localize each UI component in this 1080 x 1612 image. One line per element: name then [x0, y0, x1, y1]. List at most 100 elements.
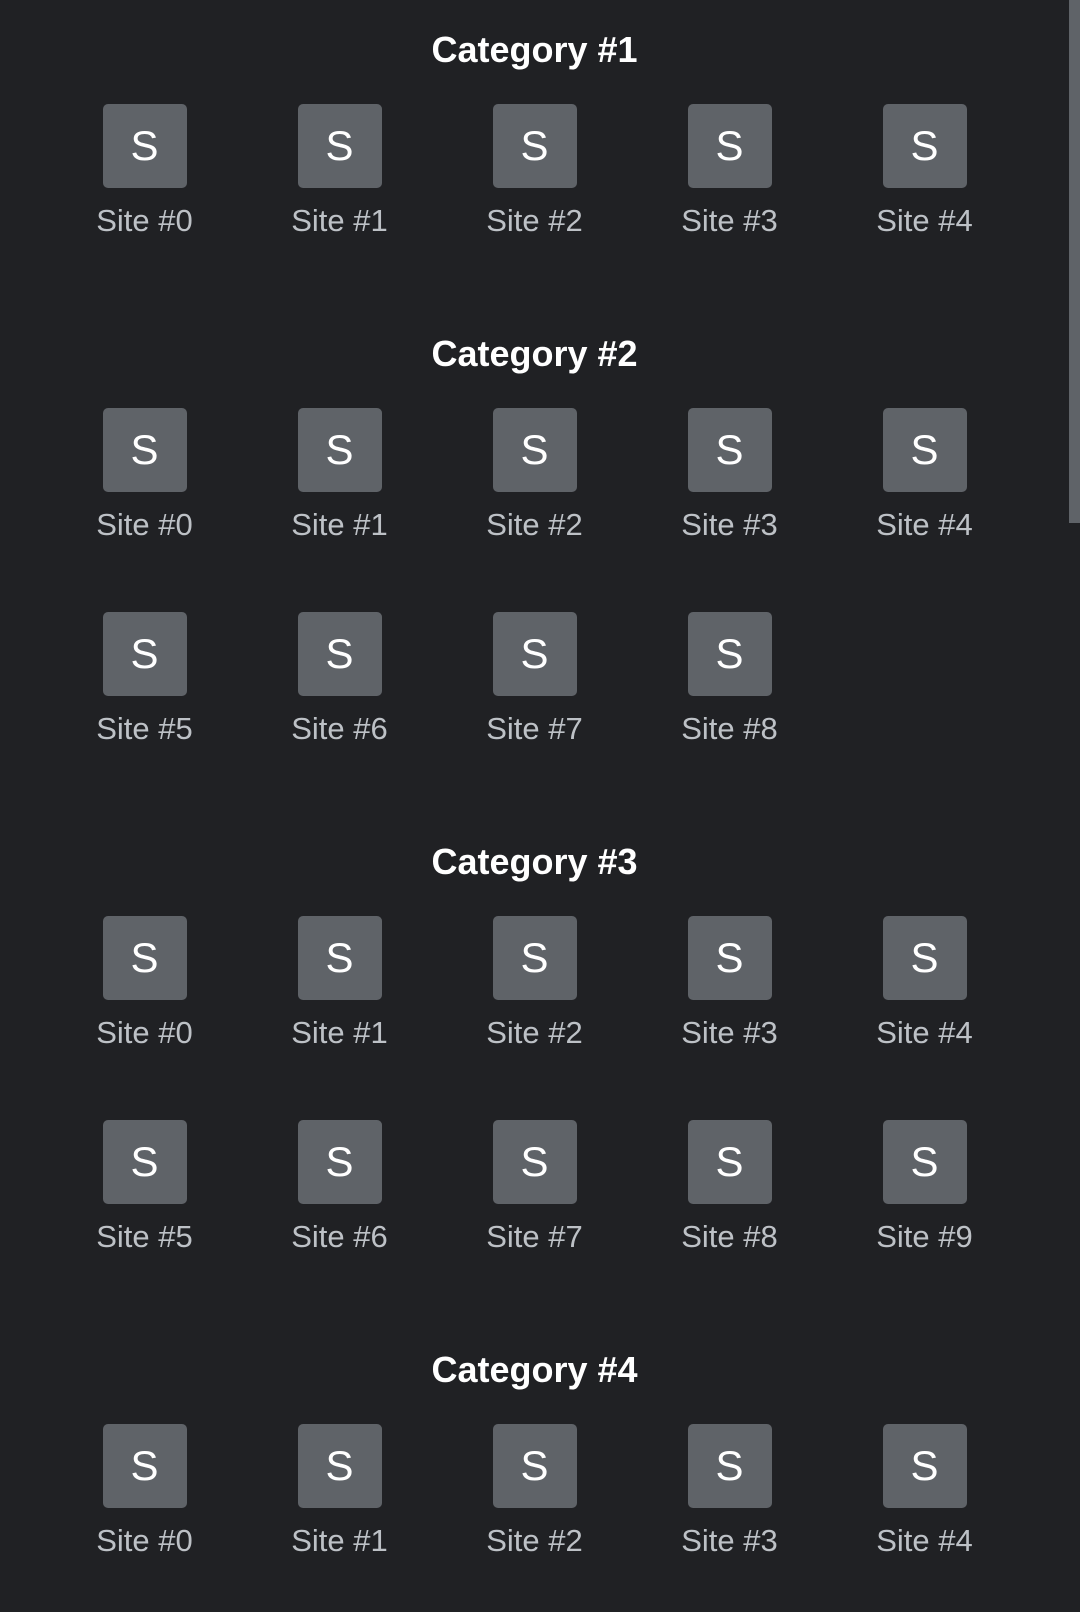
site-label: Site #5	[96, 711, 193, 746]
site-label: Site #4	[876, 203, 973, 238]
site-letter-icon: S	[882, 408, 967, 492]
site-tile[interactable]: S Site #1	[242, 916, 437, 1084]
site-tile[interactable]: S Site #8	[632, 1120, 827, 1288]
site-letter-icon: S	[882, 104, 967, 188]
site-label: Site #9	[876, 1219, 973, 1254]
site-letter-icon: S	[102, 408, 187, 492]
site-label: Site #1	[291, 1523, 388, 1558]
site-tile[interactable]: S Site #1	[242, 104, 437, 272]
site-letter-icon: S	[882, 1424, 967, 1508]
site-tile[interactable]: S Site #0	[47, 408, 242, 576]
site-tile[interactable]: S Site #3	[632, 916, 827, 1084]
site-tile-grid: S Site #0 S Site #1 S Site #2 S Site #3 S Site #4	[47, 1424, 1069, 1592]
site-label: Site #1	[291, 1015, 388, 1050]
site-letter-icon: S	[297, 1424, 382, 1508]
site-label: Site #2	[486, 507, 583, 542]
site-letter-icon: S	[297, 612, 382, 696]
site-tile[interactable]: S Site #5	[47, 1120, 242, 1288]
site-letter-icon: S	[297, 916, 382, 1000]
site-letter-icon: S	[492, 916, 577, 1000]
site-tile[interactable]: S Site #9	[827, 1120, 1022, 1288]
category-title: Category #4	[431, 1349, 638, 1390]
category-title: Category #1	[431, 29, 638, 70]
site-letter-icon: S	[102, 104, 187, 188]
site-label: Site #4	[876, 1523, 973, 1558]
scrollbar-thumb[interactable]	[1069, 0, 1080, 523]
site-letter-icon: S	[687, 1120, 772, 1204]
site-letter-icon: S	[102, 1424, 187, 1508]
site-letter-icon: S	[687, 104, 772, 188]
site-tile[interactable]: S Site #8	[632, 612, 827, 780]
site-label: Site #0	[96, 1015, 193, 1050]
site-label: Site #2	[486, 1523, 583, 1558]
category-section: Category #3 S Site #0 S Site #1 S Site #2 S Site…	[0, 800, 1069, 1308]
site-tile[interactable]: S Site #2	[437, 104, 632, 272]
site-label: Site #8	[681, 711, 778, 746]
site-tile[interactable]: S Site #1	[242, 408, 437, 576]
site-tile[interactable]: S Site #4	[827, 1424, 1022, 1592]
category-section: Category #4 S Site #0 S Site #1 S Site #2 S Site…	[0, 1308, 1069, 1612]
site-label: Site #3	[681, 1015, 778, 1050]
site-label: Site #4	[876, 1015, 973, 1050]
site-letter-icon: S	[102, 612, 187, 696]
site-tile[interactable]: S Site #4	[827, 408, 1022, 576]
site-label: Site #0	[96, 203, 193, 238]
site-letter-icon: S	[492, 1120, 577, 1204]
site-tile[interactable]: S Site #7	[437, 612, 632, 780]
site-tile[interactable]: S Site #6	[242, 612, 437, 780]
site-tile-grid: S Site #0 S Site #1 S Site #2 S Site #3 S Site #4	[47, 104, 1069, 272]
site-label: Site #3	[681, 1523, 778, 1558]
site-letter-icon: S	[492, 1424, 577, 1508]
site-label: Site #5	[96, 1219, 193, 1254]
site-letter-icon: S	[882, 916, 967, 1000]
site-tile[interactable]: S Site #3	[632, 104, 827, 272]
site-tile[interactable]: S Site #0	[47, 916, 242, 1084]
site-letter-icon: S	[297, 104, 382, 188]
category-section: Category #2 S Site #0 S Site #1 S Site #2 S Site…	[0, 292, 1069, 800]
site-label: Site #2	[486, 203, 583, 238]
site-label: Site #3	[681, 507, 778, 542]
site-label: Site #8	[681, 1219, 778, 1254]
category-list: Category #1 S Site #0 S Site #1 S Site #2 S Site…	[0, 0, 1069, 1612]
site-letter-icon: S	[297, 408, 382, 492]
site-letter-icon: S	[492, 408, 577, 492]
site-tile[interactable]: S Site #7	[437, 1120, 632, 1288]
category-title: Category #2	[431, 333, 638, 374]
site-tile[interactable]: S Site #0	[47, 1424, 242, 1592]
site-letter-icon: S	[492, 612, 577, 696]
site-letter-icon: S	[297, 1120, 382, 1204]
site-letter-icon: S	[687, 408, 772, 492]
site-label: Site #6	[291, 711, 388, 746]
site-letter-icon: S	[687, 916, 772, 1000]
site-letter-icon: S	[102, 916, 187, 1000]
site-letter-icon: S	[492, 104, 577, 188]
site-tile-grid: S Site #0 S Site #1 S Site #2 S Site #3 S Site #4…	[47, 408, 1069, 780]
site-label: Site #3	[681, 203, 778, 238]
site-tile[interactable]: S Site #2	[437, 408, 632, 576]
site-letter-icon: S	[882, 1120, 967, 1204]
site-tile[interactable]: S Site #0	[47, 104, 242, 272]
site-tile[interactable]: S Site #6	[242, 1120, 437, 1288]
site-tile[interactable]: S Site #3	[632, 408, 827, 576]
site-label: Site #0	[96, 1523, 193, 1558]
site-letter-icon: S	[102, 1120, 187, 1204]
site-tile-grid: S Site #0 S Site #1 S Site #2 S Site #3 S Site #4…	[47, 916, 1069, 1288]
site-label: Site #4	[876, 507, 973, 542]
site-tile[interactable]: S Site #2	[437, 1424, 632, 1592]
site-label: Site #6	[291, 1219, 388, 1254]
site-label: Site #7	[486, 1219, 583, 1254]
site-tile[interactable]: S Site #1	[242, 1424, 437, 1592]
site-tile[interactable]: S Site #4	[827, 104, 1022, 272]
site-letter-icon: S	[687, 1424, 772, 1508]
site-tile[interactable]: S Site #3	[632, 1424, 827, 1592]
site-label: Site #1	[291, 203, 388, 238]
site-tile[interactable]: S Site #5	[47, 612, 242, 780]
site-label: Site #2	[486, 1015, 583, 1050]
site-label: Site #7	[486, 711, 583, 746]
site-tile[interactable]: S Site #4	[827, 916, 1022, 1084]
category-title: Category #3	[431, 841, 638, 882]
category-section: Category #1 S Site #0 S Site #1 S Site #2 S Site…	[0, 0, 1069, 292]
scrollbar-track[interactable]	[1069, 0, 1080, 1584]
site-tile[interactable]: S Site #2	[437, 916, 632, 1084]
site-letter-icon: S	[687, 612, 772, 696]
